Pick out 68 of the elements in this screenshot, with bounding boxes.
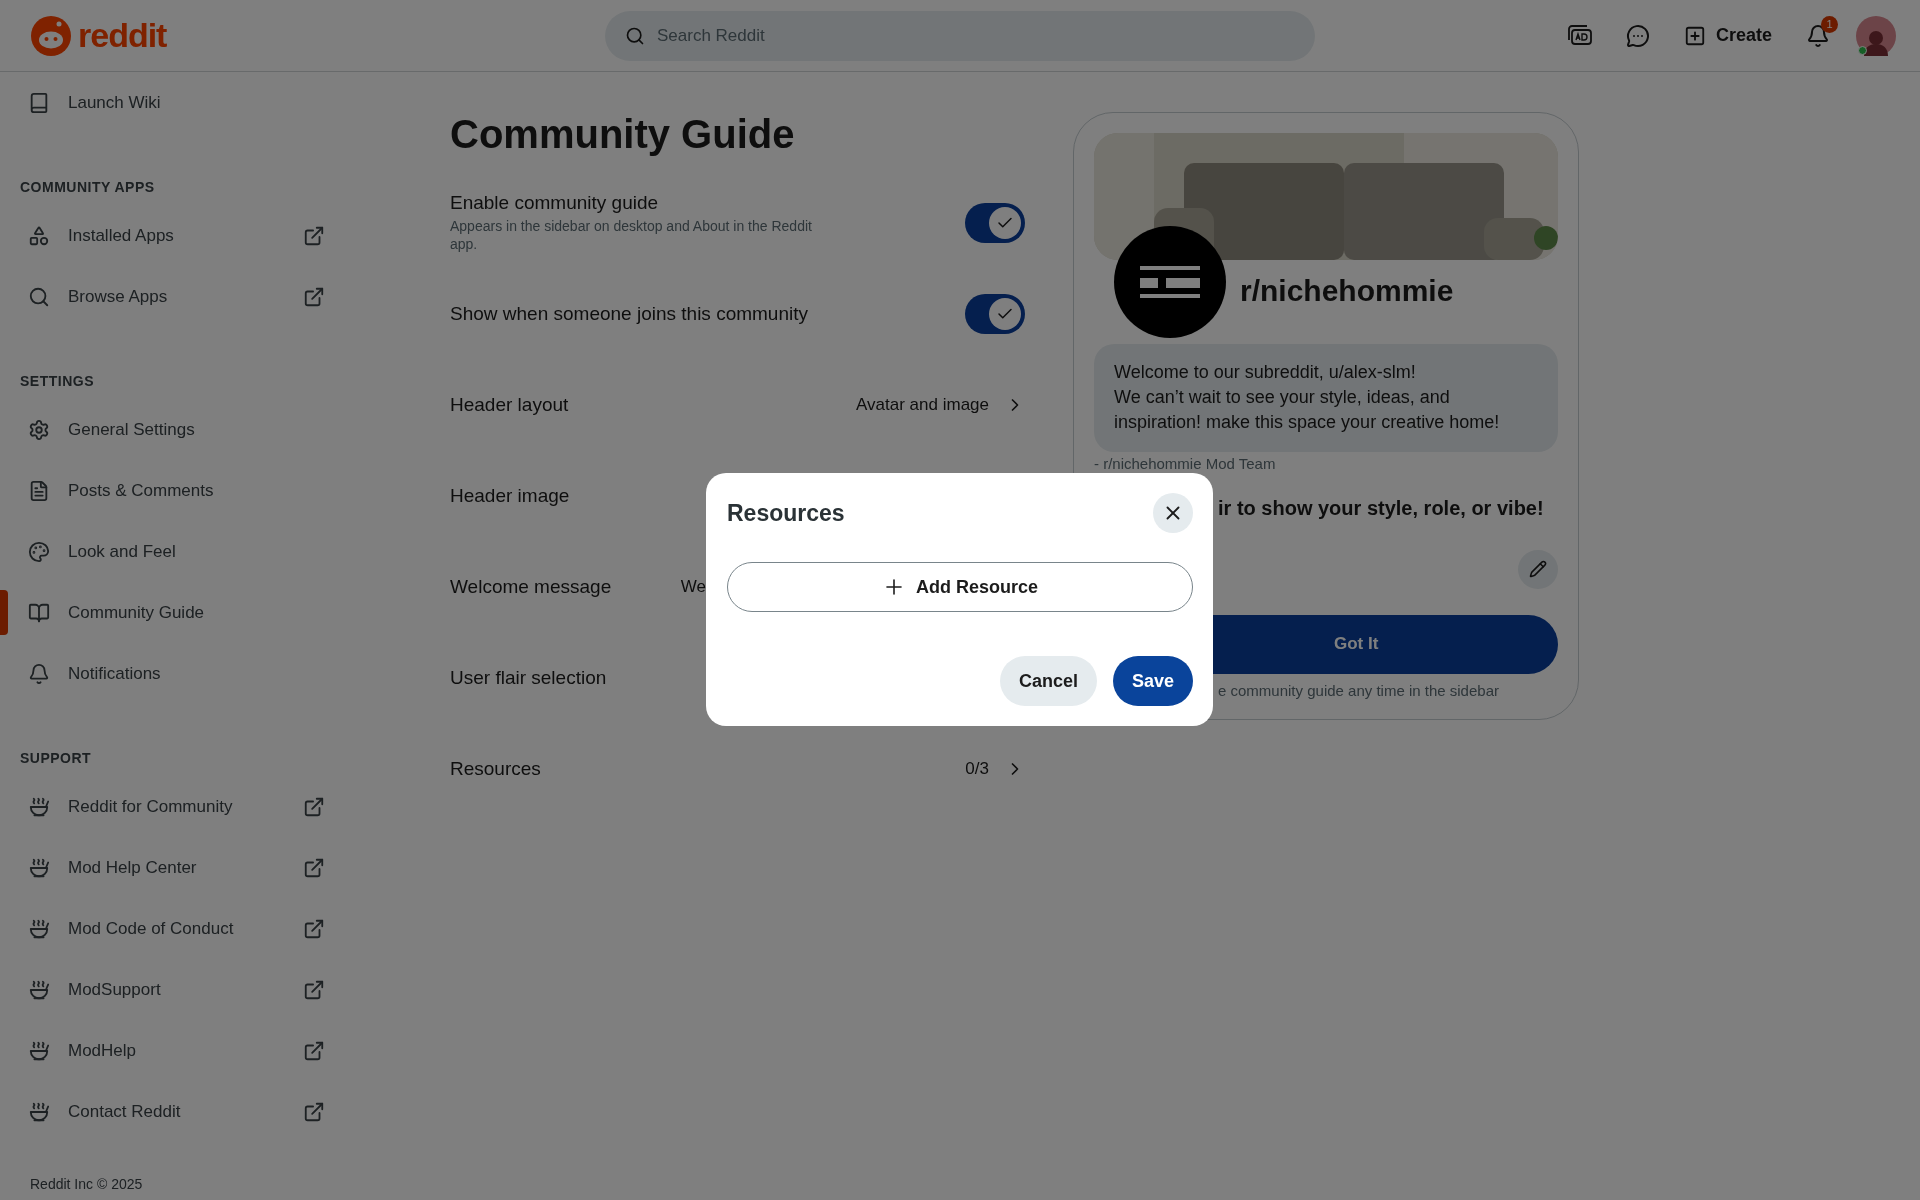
setting-description: Appears in the sidebar on desktop and About in the Reddit app. — [450, 216, 813, 254]
bowl-icon — [28, 1039, 50, 1062]
setting-label: Welcome message — [450, 575, 613, 598]
book-icon — [28, 601, 50, 624]
community-name: r/nichehommie — [1240, 274, 1454, 308]
section-heading: SETTINGS — [19, 372, 95, 391]
bowl-icon — [28, 978, 50, 1001]
guide-footnote: e community guide any time in the sidebar — [1218, 682, 1500, 699]
setting-label: Header layout — [450, 393, 570, 416]
wiki-book-icon — [28, 91, 50, 114]
welcome-message: Welcome to our subreddit, u/alex-slm! We can’t wait to see your style, ideas, and inspiration! make this space your creative home! — [1094, 344, 1558, 452]
sidebar-item[interactable]: Look and Feel — [0, 521, 345, 582]
toggle-switch[interactable] — [965, 202, 1025, 243]
sidebar-item[interactable]: Reddit for Community — [0, 776, 345, 837]
signature-text: - r/nichehommie Mod Team — [1094, 455, 1277, 471]
setting-value: 0/3 — [965, 758, 989, 779]
sidebar-item[interactable]: Launch Wiki — [0, 72, 345, 133]
bell-icon — [28, 662, 50, 685]
bowl-icon — [28, 917, 50, 940]
setting-label: Header image — [450, 484, 571, 507]
dialog-title: Resources — [727, 499, 845, 527]
flair-prompt: ir to show your style, role, or vibe! — [1218, 496, 1545, 520]
sidebar-item[interactable]: Contact Reddit — [0, 1081, 345, 1142]
palette-icon — [28, 540, 50, 563]
user-avatar[interactable] — [1856, 15, 1896, 56]
section-heading: SUPPORT — [19, 749, 93, 768]
alien-logo-icon — [30, 14, 72, 57]
cancel-button[interactable]: Cancel — [999, 656, 1097, 706]
logo-wordmark[interactable]: reddit — [78, 16, 167, 55]
sidebar-item[interactable]: ModSupport — [0, 959, 345, 1020]
section-heading: COMMUNITY APPS — [19, 178, 156, 197]
notifications-button[interactable]: 1 — [1798, 15, 1838, 56]
setting-value: We — [680, 576, 706, 597]
sidebar-item[interactable]: Installed Apps — [0, 205, 345, 266]
sidebar-item[interactable]: Posts & Comments — [0, 460, 345, 521]
search-input[interactable]: Search Reddit — [655, 24, 1295, 47]
sidebar-item[interactable]: Notifications — [0, 643, 345, 704]
plus-square-icon — [1683, 24, 1706, 47]
create-button[interactable]: Create — [1675, 15, 1780, 56]
search-field[interactable]: Search Reddit — [605, 10, 1315, 61]
sidebar-item[interactable]: Mod Help Center — [0, 837, 345, 898]
page-title: Community Guide — [450, 112, 796, 157]
document-icon — [28, 479, 50, 502]
bowl-icon — [28, 1100, 50, 1123]
selection-indicator — [0, 590, 8, 635]
sidebar-item[interactable]: Browse Apps — [0, 266, 345, 327]
search-icon — [28, 285, 50, 308]
online-status-icon — [1858, 45, 1867, 55]
sidebar-item[interactable]: General Settings — [0, 399, 345, 460]
bowl-icon — [28, 795, 50, 818]
setting-label: Enable community guide — [450, 191, 660, 214]
sidebar-item[interactable]: ModHelp — [0, 1020, 345, 1081]
pencil-icon — [1529, 560, 1547, 579]
shapes-icon — [28, 224, 50, 247]
setting-value: Avatar and image — [856, 394, 989, 415]
toggle-switch[interactable] — [965, 293, 1025, 334]
sidebar-item[interactable]: Mod Code of Conduct — [0, 898, 345, 959]
add-resource-button[interactable]: Add Resource — [727, 562, 1193, 612]
edit-button[interactable] — [1518, 549, 1558, 589]
setting-label: Resources — [450, 757, 542, 780]
notification-badge: 1 — [1821, 15, 1838, 33]
setting-label: Show when someone joins this community — [450, 302, 809, 325]
search-icon — [625, 25, 645, 46]
save-button[interactable]: Save — [1112, 656, 1193, 706]
bowl-icon — [28, 856, 50, 879]
close-button[interactable] — [1153, 493, 1193, 533]
settings-icon — [28, 418, 50, 441]
copyright-text: Reddit Inc © 2025 — [29, 1176, 144, 1194]
